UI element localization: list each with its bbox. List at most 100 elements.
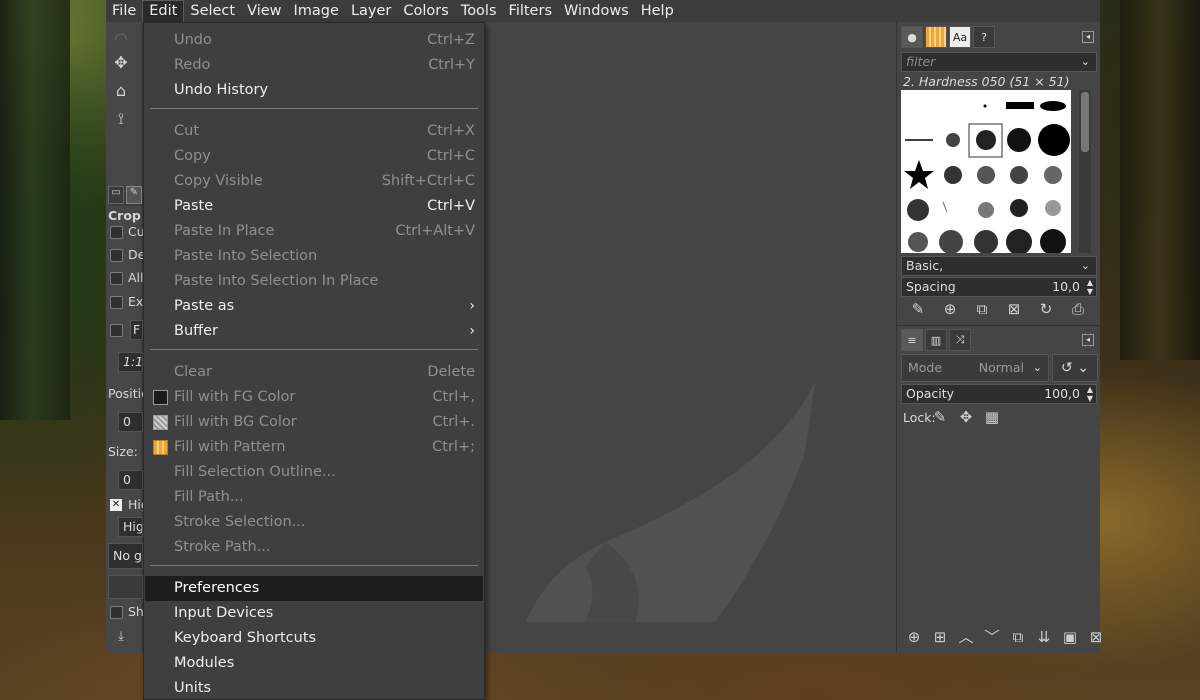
- menu-item-stroke-path[interactable]: Stroke Path...: [145, 535, 483, 560]
- menubar-edit[interactable]: Edit: [142, 0, 185, 22]
- menubar-tools[interactable]: Tools: [455, 0, 503, 22]
- new-brush-icon[interactable]: ⊕: [939, 298, 961, 320]
- composite-mode-button[interactable]: ↺ ⌄: [1052, 354, 1098, 382]
- fixed-checkbox[interactable]: [110, 324, 123, 337]
- guides-dropdown[interactable]: No g: [108, 543, 143, 569]
- menu-item-input-devices[interactable]: Input Devices: [145, 601, 483, 626]
- size-x-field[interactable]: 0: [118, 470, 143, 490]
- brush-filter-input[interactable]: filter ⌄: [901, 52, 1097, 72]
- brush-splatter-3[interactable]: [1010, 166, 1028, 184]
- menubar-filters[interactable]: Filters: [503, 0, 558, 22]
- layer-opacity-spinner[interactable]: Opacity 100,0 ▲ ▼: [901, 384, 1097, 404]
- shrink-merged-checkbox[interactable]: [110, 606, 123, 619]
- brush-ellipse[interactable]: [1040, 101, 1066, 111]
- delete-brush-icon[interactable]: ⊠: [1003, 298, 1025, 320]
- duplicate-layer-icon[interactable]: ⧉: [1007, 626, 1029, 648]
- help-tab[interactable]: ?: [973, 26, 995, 48]
- menubar-select[interactable]: Select: [184, 0, 241, 22]
- tool-options-tab-icon[interactable]: ▭: [108, 186, 124, 204]
- brush-splatter-4[interactable]: [1044, 166, 1062, 184]
- patterns-tab[interactable]: [925, 26, 947, 48]
- menu-item-copy-visible[interactable]: Copy Visible Shift+Ctrl+C: [145, 169, 483, 194]
- menu-item-cut[interactable]: Cut Ctrl+X: [145, 119, 483, 144]
- fonts-tab[interactable]: Aa: [949, 26, 971, 48]
- merge-layer-icon[interactable]: ⇊: [1033, 626, 1055, 648]
- tool-option-checkbox-1[interactable]: [110, 226, 123, 239]
- menubar-image[interactable]: Image: [288, 0, 345, 22]
- path-tool-icon[interactable]: ⟟: [110, 108, 132, 130]
- menubar-help[interactable]: Help: [635, 0, 680, 22]
- menu-item-paste-into-selection[interactable]: Paste Into Selection: [145, 244, 483, 269]
- layers-dock-menu-icon[interactable]: ◂: [1082, 334, 1094, 346]
- menu-item-buffer[interactable]: Buffer ›: [145, 319, 483, 344]
- lock-pixels-icon[interactable]: ✎: [929, 406, 951, 428]
- refresh-brushes-icon[interactable]: ↻: [1035, 298, 1057, 320]
- filter-dropdown-arrow[interactable]: ⌄: [1081, 53, 1090, 71]
- brush-as-image-icon[interactable]: ⎙: [1067, 298, 1089, 320]
- fixed-dropdown[interactable]: F: [130, 320, 143, 340]
- menu-item-fill-path[interactable]: Fill Path...: [145, 485, 483, 510]
- tool-option-checkbox-3[interactable]: [110, 272, 123, 285]
- menu-item-fill-with-pattern[interactable]: Fill with Pattern Ctrl+;: [145, 435, 483, 460]
- menu-item-preferences[interactable]: Preferences: [145, 576, 483, 601]
- aspect-field[interactable]: 1:1: [118, 352, 143, 372]
- brush-scrollbar[interactable]: [1079, 90, 1091, 253]
- menu-item-keyboard-shortcuts[interactable]: Keyboard Shortcuts: [145, 626, 483, 651]
- edit-brush-icon[interactable]: ✎: [907, 298, 929, 320]
- dock-menu-icon[interactable]: ◂: [1082, 31, 1094, 43]
- device-status-tab-icon[interactable]: ✎: [126, 186, 142, 204]
- new-layer-group-icon[interactable]: ⊞: [929, 626, 951, 648]
- menu-item-modules[interactable]: Modules: [145, 651, 483, 676]
- brush-spacing-spinner[interactable]: Spacing 10,0 ▲ ▼: [901, 277, 1097, 297]
- menu-item-paste-in-place[interactable]: Paste In Place Ctrl+Alt+V: [145, 219, 483, 244]
- brush-hardness-050[interactable]: [976, 130, 996, 150]
- position-x-field[interactable]: 0: [118, 412, 143, 432]
- move-tool-icon[interactable]: ✥: [110, 52, 132, 74]
- menu-item-stroke-selection[interactable]: Stroke Selection...: [145, 510, 483, 535]
- save-options-icon[interactable]: ⤓: [110, 626, 132, 648]
- raise-layer-icon[interactable]: ︿: [955, 626, 977, 648]
- brush-soft-large[interactable]: [1007, 128, 1031, 152]
- new-layer-icon[interactable]: ⊕: [903, 626, 925, 648]
- layer-mode-select[interactable]: Mode Normal ⌄: [901, 354, 1049, 382]
- brush-texture-5[interactable]: [1045, 200, 1061, 216]
- brush-point[interactable]: [983, 104, 987, 108]
- brush-texture-3[interactable]: [978, 202, 994, 218]
- mask-layer-icon[interactable]: ▣: [1059, 626, 1081, 648]
- brush-splatter-2[interactable]: [977, 166, 995, 184]
- duplicate-brush-icon[interactable]: ⧉: [971, 298, 993, 320]
- highlight-checkbox[interactable]: ✕: [110, 499, 122, 511]
- layers-list[interactable]: [899, 434, 1099, 624]
- warp-tool-icon[interactable]: ⌂: [110, 80, 132, 102]
- brush-scrollbar-thumb[interactable]: [1081, 92, 1089, 152]
- menubar-file[interactable]: File: [106, 0, 142, 22]
- paths-tab[interactable]: ⤨: [949, 329, 971, 351]
- spin-arrows-icon[interactable]: ▲ ▼: [1087, 278, 1093, 296]
- spin-arrows-icon[interactable]: ▲ ▼: [1087, 385, 1093, 403]
- image-canvas[interactable]: [485, 22, 897, 622]
- menubar-colors[interactable]: Colors: [397, 0, 454, 22]
- lower-layer-icon[interactable]: ﹀: [981, 626, 1003, 648]
- brush-star[interactable]: [904, 160, 934, 189]
- lock-alpha-icon[interactable]: ▦: [981, 406, 1003, 428]
- menu-item-paste-into-selection-in-place[interactable]: Paste Into Selection In Place: [145, 269, 483, 294]
- menubar-view[interactable]: View: [241, 0, 287, 22]
- dock-separator[interactable]: [897, 325, 1101, 326]
- brush-texture-7[interactable]: [939, 230, 963, 253]
- brush-soft-small[interactable]: [946, 133, 960, 147]
- menu-item-clear[interactable]: Clear Delete: [145, 360, 483, 385]
- brush-texture-9[interactable]: [1006, 229, 1032, 253]
- brush-block[interactable]: [1006, 102, 1034, 109]
- brush-grid[interactable]: [901, 90, 1071, 253]
- menu-item-undo-history[interactable]: Undo History: [145, 78, 483, 103]
- menu-item-copy[interactable]: Copy Ctrl+C: [145, 144, 483, 169]
- layers-tab[interactable]: ≡: [901, 329, 923, 351]
- menu-item-paste-as[interactable]: Paste as ›: [145, 294, 483, 319]
- brush-texture-8[interactable]: [974, 230, 998, 253]
- menu-item-redo[interactable]: Redo Ctrl+Y: [145, 53, 483, 78]
- brush-hard-large[interactable]: [1038, 124, 1070, 156]
- menubar-windows[interactable]: Windows: [558, 0, 635, 22]
- brush-texture-4[interactable]: [1010, 199, 1028, 217]
- menu-item-fill-with-bg-color[interactable]: Fill with BG Color Ctrl+.: [145, 410, 483, 435]
- brush-splatter-1[interactable]: [944, 166, 962, 184]
